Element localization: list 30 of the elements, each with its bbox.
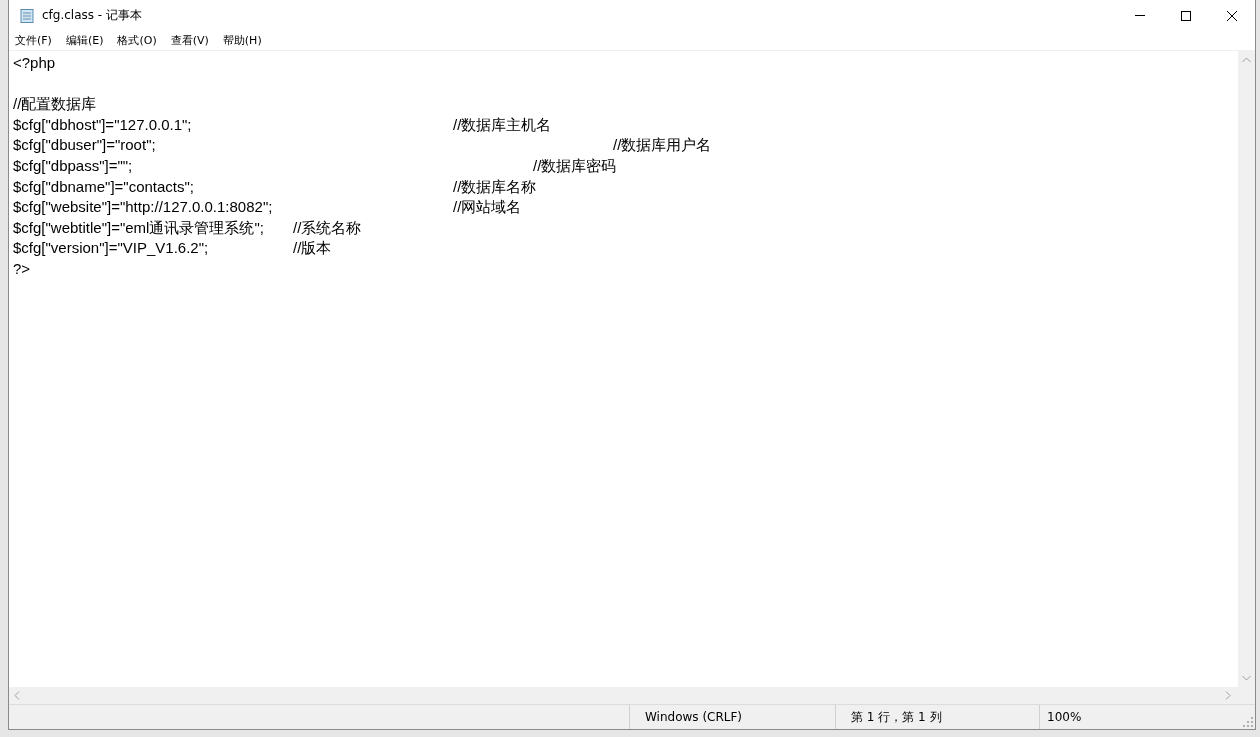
scroll-right-icon[interactable]	[1225, 691, 1231, 700]
code-line: $cfg["dbuser"]="root"; //数据库用户名	[13, 135, 713, 156]
resize-grip-icon[interactable]	[1243, 717, 1253, 727]
code-line: ?>	[13, 258, 32, 279]
code-line: $cfg["webtitle"]="eml通讯录管理系统"; //系统名称	[13, 217, 363, 238]
menu-item[interactable]: 格式(O)	[117, 33, 157, 48]
maximize-icon	[1181, 10, 1191, 21]
menu-item[interactable]: 编辑(E)	[65, 33, 104, 48]
scroll-left-icon[interactable]	[14, 691, 20, 700]
window-title: cfg.class - 记事本	[42, 7, 142, 24]
code-line: $cfg["dbhost"]="127.0.0.1"; //数据库主机名	[13, 114, 553, 135]
scroll-up-icon[interactable]	[1242, 57, 1251, 63]
code-line: //配置数据库	[13, 94, 98, 115]
horizontal-scrollbar[interactable]	[9, 687, 1255, 704]
menu-item[interactable]: 文件(F)	[15, 33, 52, 48]
vertical-scrollbar[interactable]	[1238, 51, 1255, 687]
menu-item[interactable]: 帮助(H)	[222, 33, 262, 48]
code-line: $cfg["website"]="http://127.0.0.1:8082"; //网站域名	[13, 197, 523, 218]
menu-item[interactable]: 查看(V)	[170, 33, 209, 48]
status-text: 第 1 行，第 1 列	[851, 708, 942, 726]
code-line: $cfg["dbname"]="contacts"; //数据库名称	[13, 176, 538, 197]
close-icon	[1227, 10, 1237, 21]
code-line: <?php	[13, 53, 57, 73]
code-line: $cfg["dbpass"]=""; //数据库密码	[13, 155, 618, 176]
code-line: $cfg["version"]="VIP_V1.6.2"; //版本	[13, 238, 333, 259]
status-text: Windows (CRLF)	[645, 710, 743, 724]
scroll-down-icon[interactable]	[1242, 675, 1251, 681]
notepad-icon	[19, 7, 35, 24]
minimize-icon	[1135, 15, 1145, 16]
status-text: 100%	[1047, 710, 1082, 724]
